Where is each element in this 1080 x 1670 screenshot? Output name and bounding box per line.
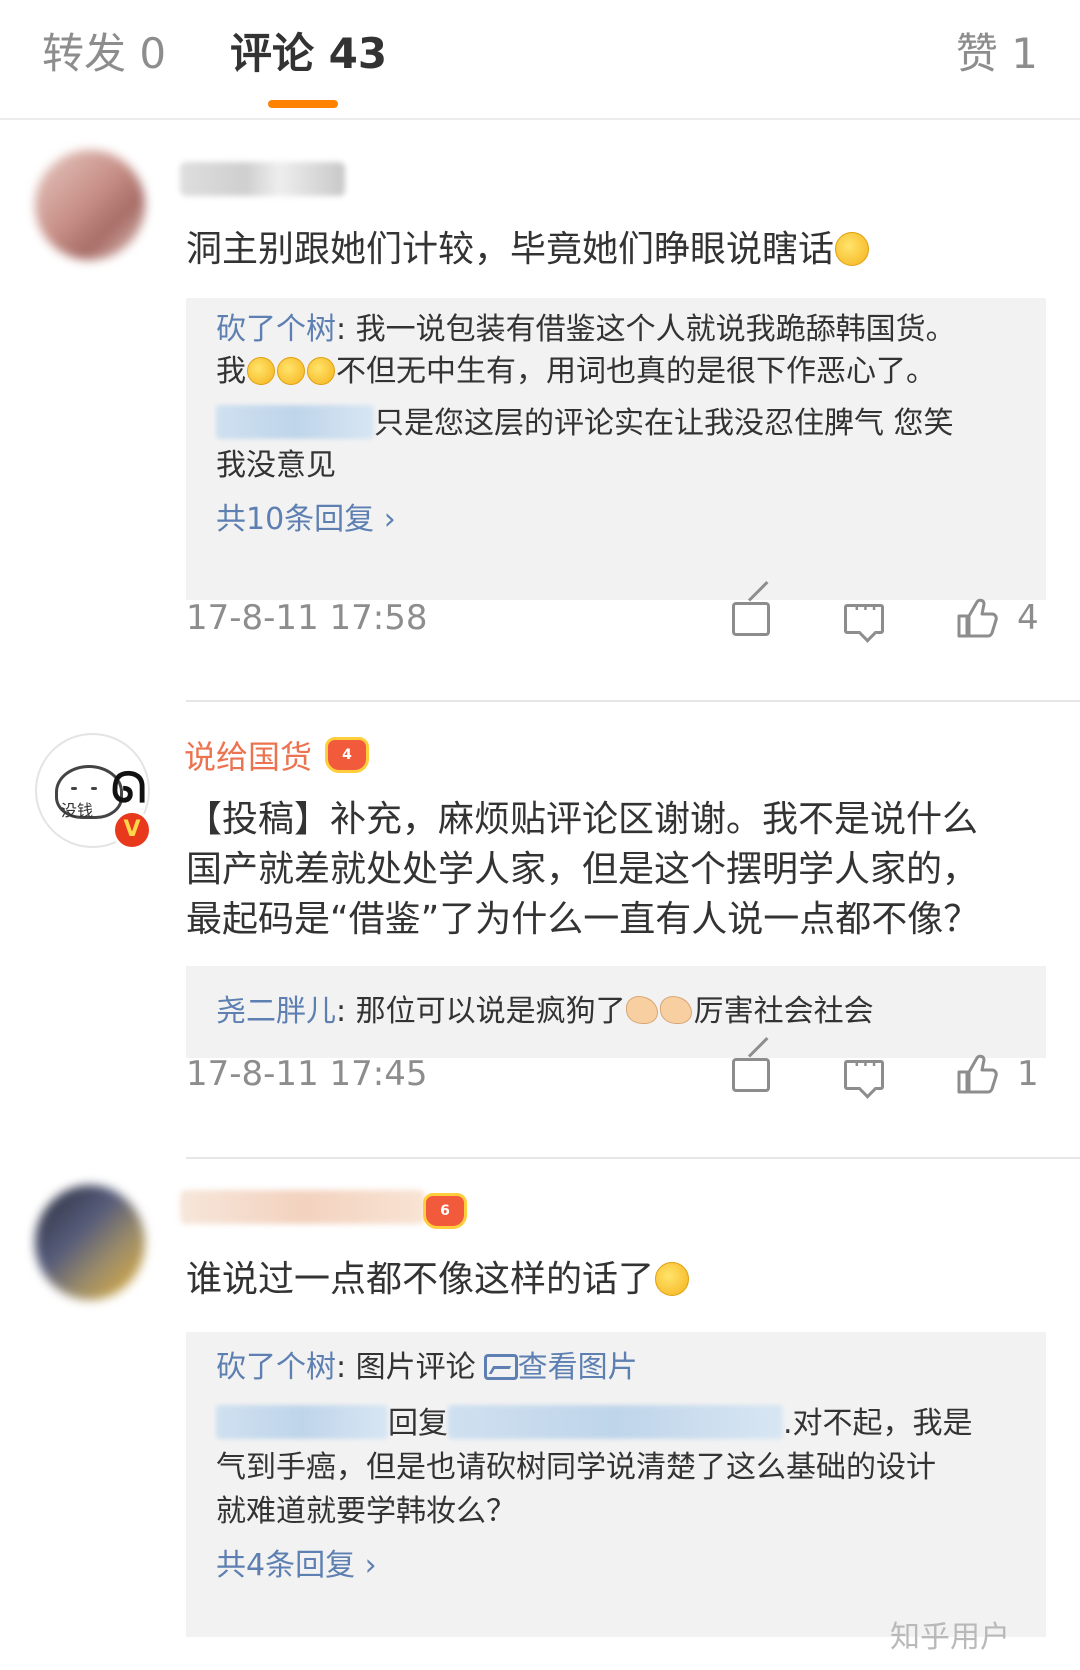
divider [186, 700, 1080, 702]
reply-box[interactable]: 砍了个树: 我一说包装有借鉴这个人就说我跪舔韩国货。 我不但无中生有，用词也真的… [186, 298, 1046, 600]
view-image-link[interactable]: 查看图片 [518, 1350, 638, 1385]
comment-time: 17-8-11 17:58 [186, 598, 428, 638]
emoji-icon [835, 232, 870, 266]
tab-repost[interactable]: 转发 0 [42, 26, 166, 82]
share-icon[interactable] [732, 1058, 770, 1092]
like-icon[interactable] [955, 1052, 999, 1096]
image-icon[interactable] [483, 1354, 518, 1380]
comment-text: 【投稿】补充，麻烦贴评论区谢谢。我不是说什么 国产就差就处处学人家，但是这个摆明… [186, 799, 980, 940]
tab-comments[interactable]: 评论 43 [230, 26, 387, 82]
reply-line: 我不但无中生有，用词也真的是很下作恶心了。 [216, 354, 936, 389]
username-blurred[interactable] [448, 1405, 783, 1439]
share-icon[interactable] [732, 602, 770, 636]
username-blurred[interactable] [180, 162, 345, 196]
emoji-icon [247, 357, 275, 385]
reply-line: 砍了个树: 图片评论 查看图片 [216, 1350, 638, 1385]
reply-author[interactable]: 砍了个树 [216, 1350, 336, 1385]
vip-crown-icon: 4 [325, 737, 369, 773]
divider [186, 1157, 1080, 1159]
reply-line: 只是您这层的评论实在让我没忍住脾气 您笑 [216, 402, 1021, 446]
emoji-icon [277, 357, 305, 385]
avatar[interactable] [35, 1185, 145, 1300]
emoji-icon [659, 996, 692, 1024]
comment-icon[interactable] [844, 1051, 884, 1090]
username-blurred[interactable] [216, 1405, 388, 1439]
avatar[interactable] [35, 150, 145, 260]
reply-line: 气到手癌，但是也请砍树同学说清楚了这么基础的设计 [216, 1450, 936, 1485]
like-count: 1 [1017, 1054, 1039, 1094]
comment-time: 17-8-11 17:45 [186, 1054, 428, 1094]
like-count: 4 [1017, 598, 1039, 638]
vip-crown-icon: 6 [423, 1193, 467, 1229]
reply-box[interactable]: 砍了个树: 图片评论 查看图片 回复 .对不起，我是 气到手癌，但是也请砍树同学说清… [186, 1332, 1046, 1637]
like-icon[interactable] [955, 596, 999, 640]
reply-author[interactable]: 尧二胖儿 [216, 994, 336, 1029]
reply-author[interactable]: 砍了个树 [216, 312, 336, 347]
tab-bar: 转发 0 评论 43 赞 1 [0, 0, 1080, 120]
reply-line: 回复 .对不起，我是 [216, 1402, 1021, 1446]
reply-box[interactable]: 尧二胖儿: 那位可以说是疯狗了 厉害社会社会 [186, 966, 1046, 1058]
username-blurred[interactable] [180, 1190, 425, 1224]
more-replies-link[interactable]: 共4条回复 › [216, 1544, 377, 1588]
username-blurred[interactable] [216, 405, 374, 439]
emoji-icon [655, 1262, 690, 1296]
avatar-text: 没钱 [61, 801, 94, 820]
active-tab-indicator [268, 100, 338, 108]
more-replies-link[interactable]: 共10条回复 › [216, 498, 396, 542]
comment-text: 谁说过一点都不像这样的话了 [186, 1255, 1046, 1305]
emoji-icon [307, 357, 335, 385]
watermark: 知乎用户 [890, 1620, 1010, 1655]
tab-likes[interactable]: 赞 1 [956, 26, 1038, 82]
reply-line: 我没意见 [216, 448, 336, 483]
verified-v-icon: V [112, 810, 152, 850]
username[interactable]: 说给国货 [184, 735, 312, 779]
comment-icon[interactable] [844, 595, 884, 634]
emoji-icon [625, 996, 658, 1024]
reply-line: 就难道就要学韩妆么？ [216, 1494, 516, 1529]
reply-line: 尧二胖儿: 那位可以说是疯狗了 厉害社会社会 [216, 994, 874, 1029]
reply-line: 砍了个树: 我一说包装有借鉴这个人就说我跪舔韩国货。 [216, 312, 956, 347]
comment-text: 洞主别跟她们计较，毕竟她们睁眼说瞎话 [186, 225, 1046, 275]
